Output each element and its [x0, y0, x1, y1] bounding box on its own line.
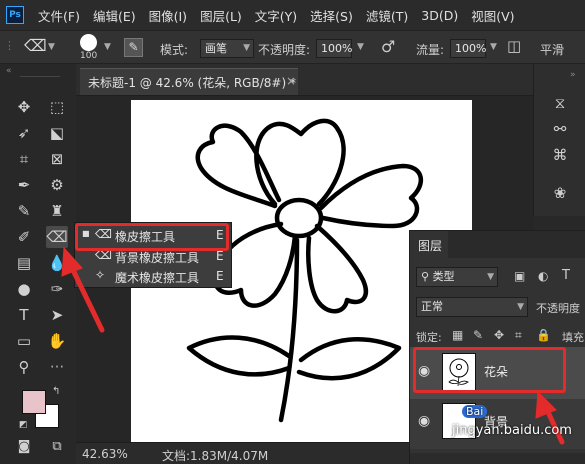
watermark: jingyan.baidu.com	[452, 423, 572, 438]
watermark-logo-text: Bai	[462, 405, 488, 418]
annotation-arrows	[61, 246, 565, 445]
watermark-logo: Bai	[462, 404, 488, 419]
